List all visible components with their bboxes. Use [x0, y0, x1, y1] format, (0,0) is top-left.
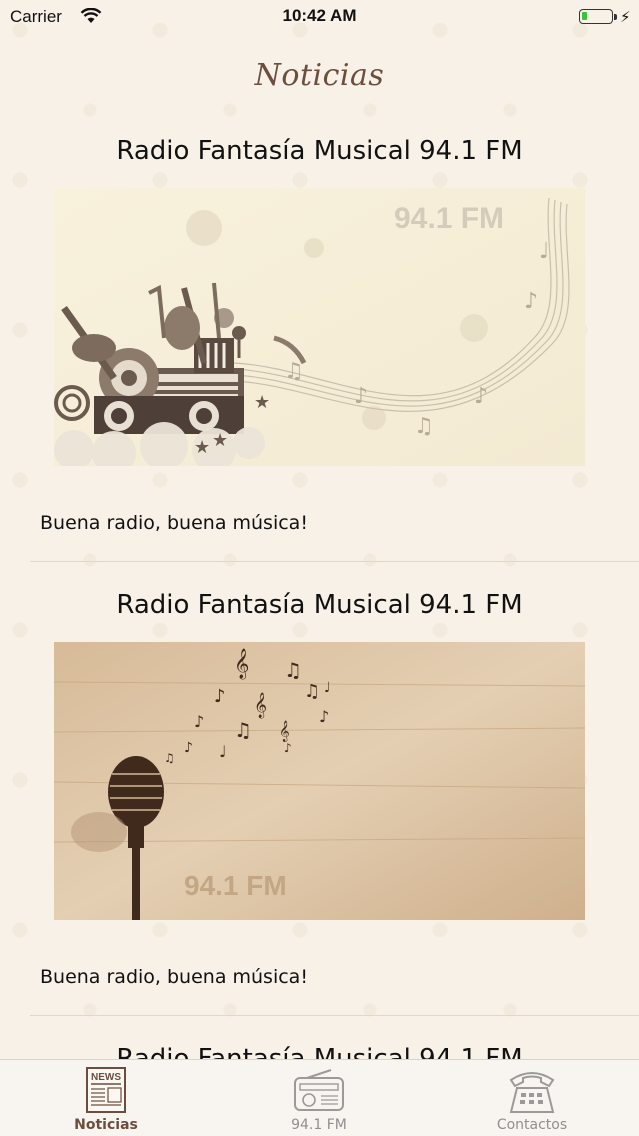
tab-bar: NEWS Noticias 94.1 FM Contactos	[0, 1059, 639, 1136]
page-title: Noticias	[254, 58, 385, 93]
svg-text:★: ★	[212, 430, 228, 451]
svg-text:★: ★	[254, 392, 270, 413]
tab-contactos[interactable]: Contactos	[452, 1060, 612, 1136]
svg-text:♪: ♪	[214, 686, 226, 707]
svg-text:♫: ♫	[234, 718, 252, 742]
radio-icon	[293, 1068, 345, 1116]
card-image-instruments[interactable]: 94.1 FM ♫ ♪ ♫ ♪ ♩ ♪ ★ ★ ★	[54, 188, 585, 466]
svg-text:♩: ♩	[324, 680, 331, 696]
telephone-icon	[505, 1066, 559, 1120]
news-icon: NEWS	[85, 1066, 127, 1118]
tab-noticias[interactable]: NEWS Noticias	[26, 1060, 186, 1136]
image-watermark-text: 94.1 FM	[394, 202, 504, 235]
charging-bolt-icon: ⚡	[620, 8, 631, 26]
svg-text:NEWS: NEWS	[91, 1072, 121, 1083]
svg-text:♫: ♫	[414, 414, 434, 439]
svg-text:♩: ♩	[539, 239, 549, 264]
tab-label: 94.1 FM	[291, 1117, 347, 1133]
svg-text:♪: ♪	[474, 384, 488, 409]
svg-text:𝄞: 𝄞	[254, 692, 267, 718]
svg-text:♪: ♪	[194, 712, 204, 731]
news-feed[interactable]: Radio Fantasía Musical 94.1 FM 94.1 FM ♫…	[0, 120, 639, 1060]
card-divider	[30, 561, 639, 562]
clock: 10:42 AM	[282, 6, 357, 25]
svg-text:♪: ♪	[184, 740, 193, 756]
svg-text:♪: ♪	[284, 741, 292, 755]
image-watermark-text: 94.1 FM	[184, 870, 287, 901]
tab-label: Contactos	[496, 1117, 568, 1133]
battery-level	[582, 12, 587, 20]
status-bar: Carrier 10:42 AM ⚡	[0, 0, 639, 34]
svg-text:♫: ♫	[164, 751, 175, 765]
battery-icon: ⚡	[579, 8, 631, 26]
card-title: Radio Fantasía Musical 94.1 FM	[116, 136, 523, 166]
svg-text:♫: ♫	[304, 681, 320, 702]
tab-label: Noticias	[74, 1117, 138, 1133]
card-description: Buena radio, buena música!	[40, 966, 308, 988]
svg-text:♫: ♫	[284, 359, 304, 384]
svg-text:♪: ♪	[354, 384, 368, 409]
svg-text:♩: ♩	[219, 742, 227, 761]
card-divider	[30, 1015, 639, 1016]
svg-text:♫: ♫	[284, 658, 302, 682]
svg-text:♪: ♪	[319, 707, 329, 726]
svg-text:𝄞: 𝄞	[234, 648, 249, 680]
tab-94-1-fm[interactable]: 94.1 FM	[239, 1060, 399, 1136]
svg-text:𝄞: 𝄞	[279, 721, 290, 742]
card-title: Radio Fantasía Musical 94.1 FM	[116, 590, 523, 620]
svg-text:♪: ♪	[524, 289, 538, 314]
card-description: Buena radio, buena música!	[40, 512, 308, 534]
card-title: Radio Fantasía Musical 94.1 FM	[116, 1044, 523, 1060]
card-image-microphone[interactable]: 94.1 FM 𝄞 ♫ ♪ 𝄞 ♫ ♪ ♫ 𝄞 ♪ ♩ ♪ ♫ ♪ ♩	[54, 642, 585, 920]
svg-text:★: ★	[194, 437, 210, 458]
